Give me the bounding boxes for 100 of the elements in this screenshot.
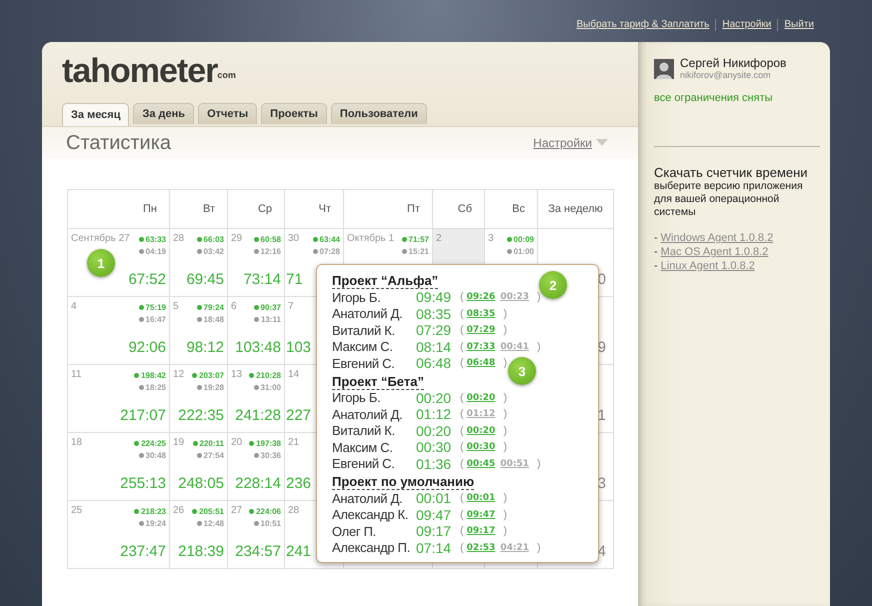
active-dot-icon [134, 440, 140, 446]
active-time: 90:37 [260, 302, 281, 312]
download-hint: выберите версию приложения для вашей операционной системы [654, 180, 804, 219]
parenthesis: ( [460, 340, 464, 353]
day-number: 28 [288, 505, 300, 516]
active-time: 210:28 [256, 370, 281, 380]
active-dot-icon [134, 508, 140, 514]
parenthesis: ) [503, 324, 507, 336]
active-dot-icon [254, 236, 259, 242]
time-link[interactable]: 00:30 [466, 442, 496, 452]
active-time: 198:42 [141, 370, 166, 380]
time-link[interactable]: 01:12 [466, 409, 496, 420]
agent-link[interactable]: Linux Agent 1.0.8.2 [660, 259, 755, 273]
day-total: 67:52 [128, 271, 166, 288]
idle-dot-icon [196, 520, 202, 526]
day-number: 5 [173, 301, 179, 314]
active-time: 224:25 [141, 438, 166, 448]
day-number: 19 [173, 437, 184, 450]
time-link[interactable]: 09:47 [466, 510, 496, 520]
active-dot-icon [138, 304, 144, 310]
parenthesis: ) [503, 508, 507, 521]
idle-dot-icon [138, 452, 144, 458]
idle-dot-icon [254, 452, 259, 458]
parenthesis: ) [503, 441, 507, 454]
active-dot-icon [249, 440, 254, 446]
user-total: 07:29 [416, 322, 452, 338]
time-link[interactable]: 00:01 [466, 493, 496, 504]
parenthesis: ( [460, 424, 464, 437]
top-link[interactable]: Выйти [784, 19, 814, 30]
column-header: Ср [258, 203, 272, 215]
active-time: 224:06 [256, 506, 281, 516]
top-link[interactable]: Настройки [722, 19, 772, 30]
column-header: Вт [202, 203, 215, 215]
user-name: Виталий К. [332, 423, 396, 438]
parenthesis: ( [460, 324, 464, 336]
time-link[interactable]: 07:33 [466, 342, 496, 352]
tab[interactable]: Проекты [261, 103, 327, 124]
active-time: 71:57 [408, 234, 429, 244]
user-name: Виталий К. [332, 322, 396, 338]
settings-link[interactable]: Настройки [533, 136, 592, 150]
tab[interactable]: За месяц [62, 103, 130, 126]
tab[interactable]: За день [133, 103, 194, 124]
user-name: Евгений С. [332, 356, 396, 371]
time-link[interactable]: 00:23 [500, 292, 529, 302]
day-total: 248:05 [178, 475, 224, 492]
time-link[interactable]: 00:51 [500, 458, 529, 469]
user-total: 08:14 [416, 338, 452, 355]
time-link[interactable]: 00:41 [500, 342, 529, 352]
active-time: 63:33 [146, 234, 166, 244]
day-number: Октябрь 1 [347, 233, 394, 246]
day-number: 28 [173, 233, 184, 246]
idle-dot-icon [138, 248, 144, 254]
parenthesis: ) [536, 542, 541, 554]
active-time: 60:58 [260, 234, 281, 244]
top-link[interactable]: Выбрать тариф & Заплатить [576, 19, 710, 30]
parenthesis: ( [460, 308, 464, 320]
parenthesis: ) [503, 357, 507, 370]
day-number: Сентябрь 27 [71, 233, 130, 246]
time-link[interactable]: 00:20 [466, 426, 496, 436]
time-link[interactable]: 09:26 [466, 292, 496, 302]
day-total: 255:13 [120, 475, 166, 492]
agent-link[interactable]: Windows Agent 1.0.8.2 [660, 231, 774, 245]
time-link[interactable]: 08:35 [466, 308, 496, 319]
idle-dot-icon [196, 452, 202, 458]
day-number: 13 [231, 369, 242, 382]
day-total: 234:57 [235, 543, 281, 560]
user-name: Максим С. [332, 440, 394, 455]
day-total: 98:12 [186, 339, 224, 356]
parenthesis: ) [536, 291, 541, 304]
idle-time: 30:48 [146, 450, 166, 460]
time-link[interactable]: 07:29 [466, 325, 496, 336]
user-total: 00:20 [416, 422, 452, 439]
day-total: 241 [286, 543, 312, 560]
active-time: 66:03 [204, 234, 224, 244]
active-time: 75:19 [146, 302, 166, 312]
time-link[interactable]: 06:48 [466, 358, 496, 368]
parenthesis: ( [460, 408, 464, 420]
day-total: 241:28 [235, 407, 281, 424]
parenthesis: ( [460, 492, 464, 504]
time-link[interactable]: 00:45 [466, 458, 496, 469]
day-number: 20 [231, 437, 242, 450]
time-link[interactable]: 04:21 [500, 542, 529, 553]
time-link[interactable]: 02:53 [466, 542, 496, 553]
idle-dot-icon [506, 248, 512, 254]
active-time: 79:24 [204, 302, 224, 312]
time-link[interactable]: 09:17 [466, 526, 496, 536]
tab[interactable]: Отчеты [198, 103, 258, 124]
parenthesis: ( [460, 291, 464, 304]
idle-dot-icon [254, 248, 259, 254]
agent-link[interactable]: Mac OS Agent 1.0.8.2 [660, 245, 768, 259]
day-number: 6 [231, 301, 237, 314]
day-number: 21 [288, 437, 300, 448]
day-total: 69:45 [186, 271, 224, 288]
user-email: nikiforov@anysite.com [680, 70, 772, 80]
active-dot-icon [138, 236, 144, 242]
idle-time: 12:16 [260, 246, 281, 256]
tab[interactable]: Пользователи [330, 103, 427, 124]
parenthesis: ( [460, 458, 464, 470]
time-link[interactable]: 00:20 [466, 392, 496, 403]
day-number: 11 [71, 369, 82, 382]
